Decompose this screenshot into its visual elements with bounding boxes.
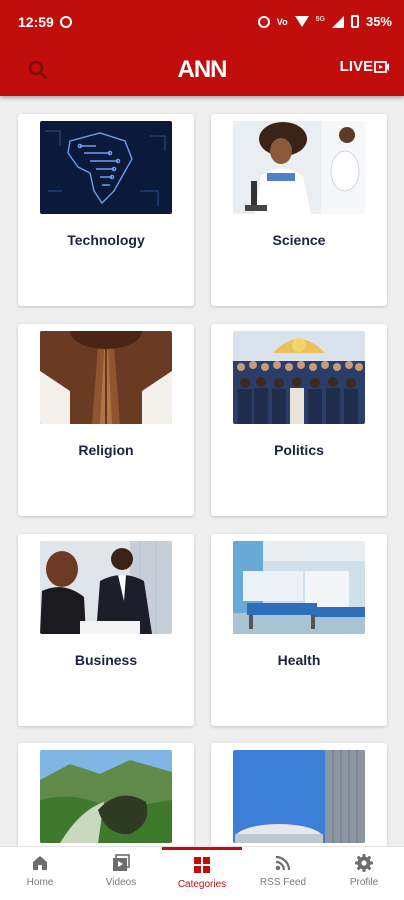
nav-rss-feed[interactable]: RSS Feed (243, 847, 323, 900)
network-type-icon: 5G (315, 15, 325, 23)
landscape-image (40, 750, 172, 843)
videos-icon (113, 854, 130, 871)
nav-videos-label: Videos (105, 877, 137, 888)
category-grid: Technology Science Religion Politics Bus… (0, 96, 404, 846)
bottom-navigation: Home Videos Categories RSS Feed Profile (0, 846, 404, 900)
category-label: Business (74, 652, 138, 668)
signal-icon (331, 15, 344, 28)
religion-image (40, 331, 172, 424)
category-label: Technology (67, 232, 145, 248)
volte-icon: Vo (276, 16, 288, 27)
health-image (233, 541, 365, 634)
app-bar: ANN LIVE (0, 44, 404, 96)
category-card-travel[interactable] (18, 743, 194, 846)
business-image (40, 541, 172, 634)
technology-image (40, 121, 172, 214)
category-card-business[interactable]: Business (18, 534, 194, 726)
gear-icon (355, 854, 373, 872)
nav-rss-feed-label: RSS Feed (259, 877, 307, 888)
live-label: LIVE (339, 58, 373, 75)
science-image (233, 121, 365, 214)
category-card-health[interactable]: Health (211, 534, 387, 726)
status-bar: 12:59 Vo 5G 35% (0, 0, 404, 44)
category-card-politics[interactable]: Politics (211, 324, 387, 516)
home-icon (33, 856, 47, 870)
live-button[interactable]: LIVE (340, 58, 390, 75)
rss-icon (275, 855, 291, 871)
notification-icon (60, 16, 72, 28)
categories-icon (194, 857, 210, 873)
nav-videos[interactable]: Videos (81, 847, 161, 900)
wifi-icon (294, 16, 309, 27)
nav-home-label: Home (26, 877, 54, 888)
category-label: Science (272, 232, 326, 248)
live-broadcast-icon (374, 60, 389, 73)
architecture-image (233, 750, 365, 843)
politics-image (233, 331, 365, 424)
battery-level: 35% (365, 14, 392, 29)
category-card-religion[interactable]: Religion (18, 324, 194, 516)
nav-categories[interactable]: Categories (162, 847, 242, 900)
nav-profile-label: Profile (349, 877, 379, 888)
category-card-technology[interactable]: Technology (18, 114, 194, 306)
category-label: Health (277, 652, 321, 668)
alarm-icon (257, 15, 270, 28)
category-label: Religion (78, 442, 134, 458)
nav-home[interactable]: Home (0, 847, 80, 900)
category-card-architecture[interactable] (211, 743, 387, 846)
battery-icon (350, 15, 359, 28)
category-card-science[interactable]: Science (211, 114, 387, 306)
status-time: 12:59 (18, 14, 54, 30)
nav-categories-label: Categories (177, 879, 227, 890)
nav-profile[interactable]: Profile (324, 847, 404, 900)
category-label: Politics (274, 442, 324, 458)
status-icons: Vo 5G 35% (257, 14, 392, 29)
